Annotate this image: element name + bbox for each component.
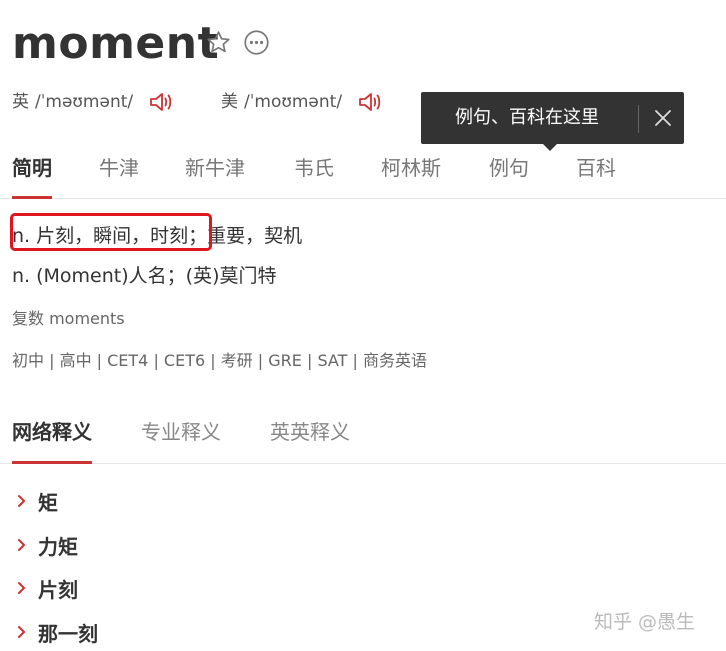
list-item[interactable]: 力矩 — [14, 530, 78, 560]
tab-professional-meaning[interactable]: 专业释义 — [141, 418, 221, 446]
pronunciation-us: 美/ˈmoʊmənt/ — [221, 90, 342, 114]
phonetic-uk: /ˈməʊmənt/ — [35, 92, 134, 112]
headword: moment — [12, 18, 220, 69]
tab-encyclopedia[interactable]: 百科 — [576, 154, 616, 182]
tab-english-meaning[interactable]: 英英释义 — [270, 418, 350, 446]
speaker-icon[interactable] — [356, 88, 384, 116]
tab-web-meaning[interactable]: 网络释义 — [12, 418, 92, 464]
pron-lang-us: 美 — [221, 92, 238, 112]
tab-examples[interactable]: 例句 — [489, 154, 529, 182]
close-icon[interactable] — [649, 104, 677, 132]
pronunciation-uk: 英/ˈməʊmənt/ — [12, 90, 133, 114]
watermark: 知乎 @愚生 — [594, 611, 696, 633]
highlight-box — [10, 213, 212, 251]
plural-form: 复数 moments — [12, 309, 125, 328]
tab-concise[interactable]: 简明 — [12, 154, 52, 199]
pron-lang-uk: 英 — [12, 92, 29, 112]
speaker-icon[interactable] — [147, 88, 175, 116]
star-icon[interactable] — [205, 29, 232, 56]
definition-line-2: n. (Moment)人名；(英)莫门特 — [12, 265, 277, 287]
tab-webster[interactable]: 韦氏 — [294, 154, 334, 182]
tab-new-oxford[interactable]: 新牛津 — [185, 154, 245, 182]
phonetic-us: /ˈmoʊmənt/ — [244, 92, 343, 112]
tooltip-text: 例句、百科在这里 — [455, 107, 599, 128]
tooltip-divider — [638, 105, 639, 133]
chevron-right-icon — [18, 626, 25, 638]
list-item[interactable]: 那一刻 — [14, 617, 98, 647]
chevron-right-icon — [18, 582, 25, 594]
list-item-label: 那一刻 — [38, 621, 98, 646]
exam-tags: 初中 | 高中 | CET4 | CET6 | 考研 | GRE | SAT |… — [12, 351, 427, 370]
list-item-label: 力矩 — [38, 534, 78, 559]
more-dots-icon[interactable] — [243, 29, 270, 56]
tooltip: 例句、百科在这里 — [421, 92, 684, 151]
list-item-label: 片刻 — [38, 577, 78, 602]
list-item-label: 矩 — [38, 490, 58, 515]
meaning-tabs: 网络释义 专业释义 英英释义 — [0, 412, 726, 464]
list-item[interactable]: 片刻 — [14, 573, 78, 603]
tooltip-arrow — [543, 144, 557, 151]
list-item[interactable]: 矩 — [14, 486, 58, 516]
tab-collins[interactable]: 柯林斯 — [381, 154, 441, 182]
chevron-right-icon — [18, 539, 25, 551]
tab-oxford[interactable]: 牛津 — [99, 154, 139, 182]
dictionary-tabs: 简明 牛津 新牛津 韦氏 柯林斯 例句 百科 — [0, 146, 726, 199]
chevron-right-icon — [18, 495, 25, 507]
definition-rest-text: 重要，契机 — [207, 225, 303, 247]
